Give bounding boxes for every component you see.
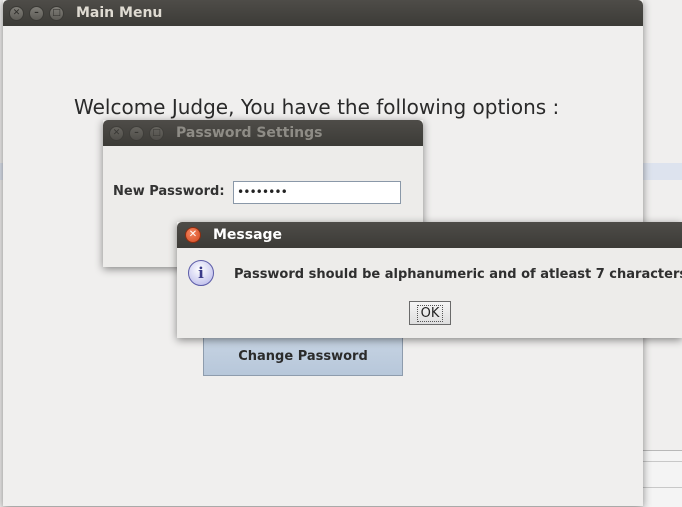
background-window-panel [643, 450, 682, 507]
close-icon[interactable]: ✕ [185, 227, 201, 243]
message-text: Password should be alphanumeric and of a… [234, 267, 682, 282]
window-title: Message [213, 227, 283, 243]
maximize-icon[interactable]: □ [49, 5, 64, 21]
password-settings-titlebar[interactable]: ✕ – □ Password Settings [103, 120, 423, 146]
main-menu-titlebar[interactable]: ✕ – □ Main Menu [3, 0, 643, 26]
window-title: Password Settings [176, 125, 323, 141]
new-password-field[interactable]: •••••••• [233, 181, 401, 204]
close-icon[interactable]: ✕ [109, 125, 124, 141]
minimize-icon[interactable]: – [29, 5, 44, 21]
info-icon: i [188, 260, 214, 286]
message-body: i Password should be alphanumeric and of… [177, 248, 682, 338]
welcome-text: Welcome Judge, You have the following op… [74, 95, 560, 119]
window-title: Main Menu [76, 5, 163, 21]
ok-button-label: OK [416, 304, 444, 322]
new-password-label: New Password: [113, 184, 225, 199]
ok-button[interactable]: OK [409, 301, 451, 325]
change-password-button[interactable]: Change Password [203, 336, 403, 376]
message-titlebar[interactable]: ✕ Message [177, 222, 682, 248]
background-window-strip [643, 163, 682, 180]
maximize-icon[interactable]: □ [149, 125, 164, 141]
message-dialog: ✕ Message i Password should be alphanume… [177, 222, 682, 338]
minimize-icon[interactable]: – [129, 125, 144, 141]
close-icon[interactable]: ✕ [9, 5, 24, 21]
